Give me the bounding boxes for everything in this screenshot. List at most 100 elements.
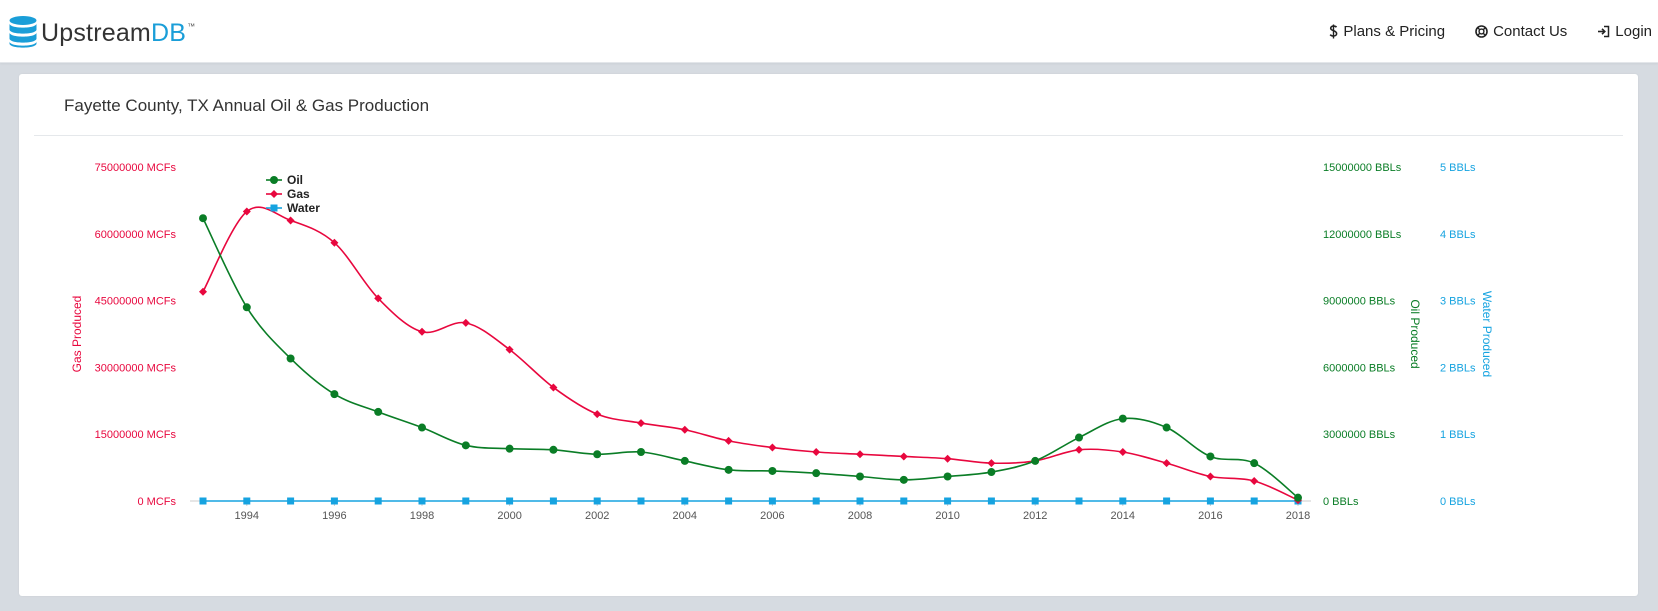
gas-data-point	[768, 443, 777, 452]
oil-axis-tick-label: 3000000 BBLs	[1323, 429, 1396, 441]
oil-data-point	[505, 444, 514, 453]
nav-login[interactable]: Login	[1597, 23, 1652, 40]
oil-data-point	[1250, 459, 1259, 468]
gas-data-point	[724, 436, 733, 445]
oil-data-point	[242, 303, 251, 312]
x-axis-tick-label: 2004	[673, 510, 697, 522]
legend-oil-label: Oil	[287, 173, 303, 187]
water-axis-tick-label: 4 BBLs	[1440, 229, 1476, 241]
nav-plans-pricing-label: Plans & Pricing	[1343, 22, 1446, 40]
brand-name: UpstreamDB™	[41, 18, 196, 47]
gas-data-point	[593, 410, 602, 419]
water-data-point	[1031, 497, 1039, 505]
x-axis-tick-label: 2018	[1286, 510, 1310, 522]
database-icon	[9, 16, 37, 48]
x-axis-tick-label: 1998	[410, 510, 434, 522]
oil-data-point	[549, 445, 558, 454]
oil-data-point	[1294, 493, 1302, 502]
water-axis-tick-label: 3 BBLs	[1440, 296, 1476, 308]
oil-data-point	[1075, 433, 1083, 442]
water-data-point	[506, 497, 514, 505]
oil-data-point	[724, 465, 733, 474]
x-axis-tick-label: 2002	[585, 510, 609, 522]
oil-data-point	[943, 472, 952, 481]
oil-axis-tick-label: 15000000 BBLs	[1323, 162, 1402, 174]
nav-login-label: Login	[1615, 22, 1652, 40]
x-axis-tick-label: 2016	[1198, 510, 1222, 522]
oil-data-point	[1118, 414, 1127, 423]
x-axis-tick-label: 2008	[848, 510, 872, 522]
x-axis-tick-label: 2006	[760, 510, 784, 522]
oil-data-point	[637, 448, 645, 457]
gas-data-point	[286, 216, 295, 225]
water-data-point	[593, 497, 601, 505]
water-axis-tick-label: 0 BBLs	[1440, 496, 1476, 508]
gas-data-point	[812, 448, 821, 457]
oil-data-point	[987, 468, 996, 477]
oil-data-point	[330, 390, 339, 399]
gas-data-point	[856, 450, 864, 459]
gas-axis-title: Gas Produced	[70, 296, 84, 373]
gas-data-point	[418, 327, 426, 336]
oil-data-point	[286, 354, 295, 363]
chart-card: Fayette County, TX Annual Oil & Gas Prod…	[19, 74, 1638, 596]
nav-plans-pricing[interactable]: Plans & Pricing	[1329, 23, 1445, 40]
top-navbar: UpstreamDB™ Plans & Pricing Contact Us L…	[0, 0, 1658, 63]
water-axis-tick-label: 2 BBLs	[1440, 362, 1476, 374]
legend-water-label: Water	[287, 201, 320, 215]
gas-axis-tick-label: 0 MCFs	[138, 496, 177, 508]
oil-axis-tick-label: 12000000 BBLs	[1323, 229, 1402, 241]
oil-data-point	[418, 423, 426, 432]
oil-data-point	[461, 441, 470, 450]
oil-data-point	[856, 472, 864, 481]
water-data-point	[1163, 497, 1171, 505]
water-data-point	[987, 497, 995, 505]
water-data-point	[462, 497, 470, 505]
gas-data-point	[199, 287, 207, 296]
water-data-point	[900, 497, 908, 505]
legend-water-marker	[270, 204, 278, 212]
x-axis-tick-label: 1994	[235, 510, 259, 522]
nav-links: Plans & Pricing Contact Us Login	[1329, 0, 1658, 62]
water-data-point	[944, 497, 952, 505]
water-data-point	[418, 497, 426, 505]
x-axis-tick-label: 2014	[1111, 510, 1135, 522]
water-data-point	[856, 497, 864, 505]
gas-data-point	[680, 425, 689, 434]
production-chart: 1994 1996 1998 2000 2002 2004 2006 2008 2010 2012…	[70, 162, 1494, 522]
gas-data-point	[1206, 472, 1215, 481]
legend-gas-label: Gas	[287, 187, 310, 201]
gas-data-point	[1162, 459, 1171, 468]
gas-axis-tick-label: 30000000 MCFs	[95, 362, 177, 374]
gas-axis-tick-label: 75000000 MCFs	[95, 162, 177, 174]
brand-logo[interactable]: UpstreamDB™	[8, 12, 195, 52]
gas-data-point	[1118, 448, 1127, 457]
water-data-point	[681, 497, 689, 505]
gas-data-point	[943, 454, 952, 463]
gas-axis-tick-label: 60000000 MCFs	[95, 229, 177, 241]
water-data-point	[287, 497, 295, 505]
water-data-point	[637, 497, 645, 505]
x-axis-tick-label: 2000	[497, 510, 521, 522]
oil-data-point	[199, 214, 207, 223]
water-axis-title: Water Produced	[1480, 291, 1494, 377]
x-axis-tick-label: 2010	[935, 510, 959, 522]
dollar-icon	[1329, 24, 1338, 39]
legend-oil-marker	[270, 176, 278, 184]
water-axis-tick-label: 5 BBLs	[1440, 162, 1476, 174]
water-data-point	[243, 497, 251, 505]
sign-in-icon	[1597, 25, 1610, 38]
oil-data-point	[1162, 423, 1171, 432]
oil-axis-tick-label: 6000000 BBLs	[1323, 362, 1396, 374]
oil-data-point	[593, 450, 602, 459]
gas-series-line	[202, 206, 1299, 501]
water-data-point	[330, 497, 338, 505]
nav-contact-us[interactable]: Contact Us	[1475, 23, 1567, 40]
water-data-point	[549, 497, 557, 505]
gas-data-point	[637, 419, 645, 428]
water-axis-tick-label: 1 BBLs	[1440, 429, 1476, 441]
water-data-point	[199, 497, 207, 505]
oil-data-point	[768, 466, 777, 475]
gas-data-point	[461, 318, 470, 327]
water-data-point	[374, 497, 382, 505]
